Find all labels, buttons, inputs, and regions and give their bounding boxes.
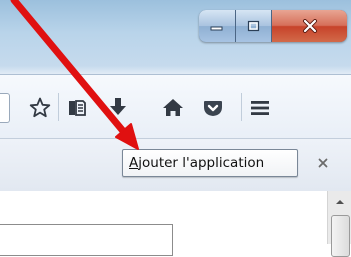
notification-bar: Ajouter l'application <box>0 138 351 192</box>
toolbar-separator <box>58 93 59 121</box>
minimize-button[interactable] <box>199 10 236 42</box>
downloads-button[interactable] <box>105 95 131 121</box>
bookmark-button[interactable] <box>27 95 53 121</box>
close-icon <box>302 19 317 33</box>
pocket-icon <box>204 101 222 116</box>
open-menu-button[interactable] <box>247 95 273 121</box>
download-icon <box>110 98 126 115</box>
add-application-label: jouter l'application <box>138 155 265 171</box>
maximize-button[interactable] <box>236 10 272 42</box>
window-controls <box>199 10 347 42</box>
home-icon <box>163 99 183 116</box>
accesskey-letter: A <box>129 155 139 171</box>
add-application-button[interactable]: Ajouter l'application <box>122 149 298 177</box>
home-button[interactable] <box>160 95 186 121</box>
minimize-icon <box>210 26 223 31</box>
reading-list-icon <box>69 100 86 116</box>
window-titlebar <box>0 0 351 74</box>
vertical-scrollbar[interactable] <box>327 191 351 257</box>
notification-close-button[interactable] <box>316 155 330 169</box>
star-icon <box>29 97 51 118</box>
menu-icon <box>251 101 269 115</box>
window-close-button[interactable] <box>272 10 347 42</box>
maximize-icon <box>247 20 259 32</box>
scroll-up-icon[interactable] <box>332 196 348 208</box>
close-icon <box>318 158 328 168</box>
url-bar[interactable] <box>0 93 10 123</box>
reading-list-button[interactable] <box>64 95 90 121</box>
content-panel <box>0 224 173 256</box>
pocket-button[interactable] <box>200 95 226 121</box>
navigation-toolbar <box>0 74 351 139</box>
toolbar-separator <box>241 93 242 121</box>
page-content <box>0 191 351 257</box>
scroll-thumb[interactable] <box>331 215 350 257</box>
